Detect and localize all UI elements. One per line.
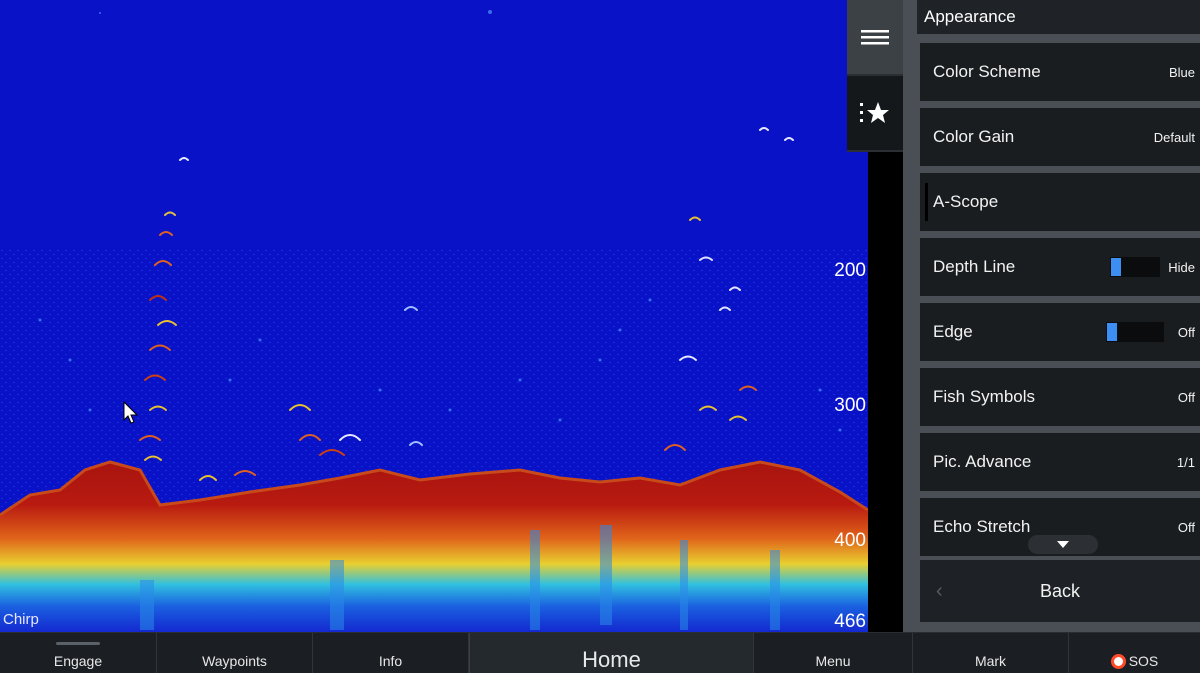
engage-label: Engage bbox=[53, 653, 103, 669]
menu-item-pic-advance[interactable]: Pic. Advance 1/1 bbox=[920, 433, 1200, 491]
menu-item-depth-line[interactable]: Depth Line Hide bbox=[920, 238, 1200, 296]
menu-item-color-scheme[interactable]: Color Scheme Blue bbox=[920, 43, 1200, 101]
menu-item-value: Off bbox=[1177, 389, 1195, 405]
sos-label: SOS bbox=[1128, 653, 1159, 669]
chevron-left-icon: ‹ bbox=[936, 579, 943, 602]
menu-item-value: Off bbox=[1177, 519, 1195, 535]
sonar-mode-label: Chirp bbox=[3, 611, 39, 628]
menu-item-color-gain[interactable]: Color Gain Default bbox=[920, 108, 1200, 166]
home-label: Home bbox=[582, 647, 641, 672]
favorites-button[interactable] bbox=[847, 76, 903, 150]
menu-item-edge[interactable]: Edge Off bbox=[920, 303, 1200, 361]
menu-item-label: Fish Symbols bbox=[933, 387, 1036, 406]
tool-column bbox=[847, 0, 903, 152]
sos-button[interactable]: SOS bbox=[1069, 633, 1200, 673]
menu-item-label: Color Scheme bbox=[933, 62, 1041, 81]
menu-item-a-scope[interactable]: A-Scope bbox=[920, 173, 1200, 231]
menu-item-value: Default bbox=[1153, 129, 1195, 145]
back-button[interactable]: ‹ Back bbox=[920, 560, 1200, 622]
back-label: Back bbox=[1039, 580, 1081, 601]
drag-handle bbox=[56, 642, 100, 645]
scroll-down-button[interactable] bbox=[1028, 535, 1098, 554]
bottom-bar: Engage Waypoints Info Home Menu Mark SOS bbox=[0, 632, 1200, 673]
waypoints-label: Waypoints bbox=[202, 653, 267, 669]
menu-label: Menu bbox=[815, 653, 851, 669]
menu-item-label: Depth Line bbox=[933, 257, 1016, 276]
favorites-star-icon bbox=[860, 102, 889, 123]
menu-item-label: Color Gain bbox=[933, 127, 1015, 146]
menu-item-value: Blue bbox=[1168, 64, 1195, 80]
depth-label-400: 400 bbox=[834, 530, 866, 551]
depth-line-toggle[interactable] bbox=[1110, 257, 1161, 277]
chevron-down-icon bbox=[1057, 541, 1069, 548]
menu-toggle-button[interactable] bbox=[847, 0, 903, 74]
menu-item-value: Off bbox=[1177, 324, 1195, 340]
sonar-echo-graphic bbox=[0, 10, 868, 632]
sos-lifebuoy-icon bbox=[1110, 654, 1126, 669]
info-button[interactable]: Info bbox=[313, 633, 469, 673]
menu-icon bbox=[861, 30, 889, 45]
menu-item-label: A-Scope bbox=[933, 192, 999, 211]
engage-button[interactable]: Engage bbox=[0, 633, 157, 673]
depth-label-max: 466 bbox=[834, 611, 866, 632]
menu-item-label: Pic. Advance bbox=[933, 452, 1032, 471]
menu-item-value: 1/1 bbox=[1176, 454, 1195, 470]
selection-marker bbox=[925, 183, 928, 221]
depth-label-200: 200 bbox=[834, 260, 866, 281]
menu-item-label: Edge bbox=[933, 322, 973, 341]
menu-item-value: Hide bbox=[1168, 259, 1195, 275]
waypoints-button[interactable]: Waypoints bbox=[157, 633, 313, 673]
menu-item-fish-symbols[interactable]: Fish Symbols Off bbox=[920, 368, 1200, 426]
mark-button[interactable]: Mark bbox=[913, 633, 1069, 673]
panel-title: Appearance bbox=[917, 0, 1200, 34]
edge-toggle[interactable] bbox=[1105, 322, 1164, 342]
sonar-display[interactable]: 200 300 400 466 Chirp bbox=[0, 0, 868, 632]
home-button[interactable]: Home bbox=[469, 633, 754, 673]
depth-label-300: 300 bbox=[834, 395, 866, 416]
mark-label: Mark bbox=[974, 653, 1007, 669]
menu-button[interactable]: Menu bbox=[754, 633, 913, 673]
info-label: Info bbox=[378, 653, 403, 669]
menu-item-label: Echo Stretch bbox=[933, 517, 1031, 536]
